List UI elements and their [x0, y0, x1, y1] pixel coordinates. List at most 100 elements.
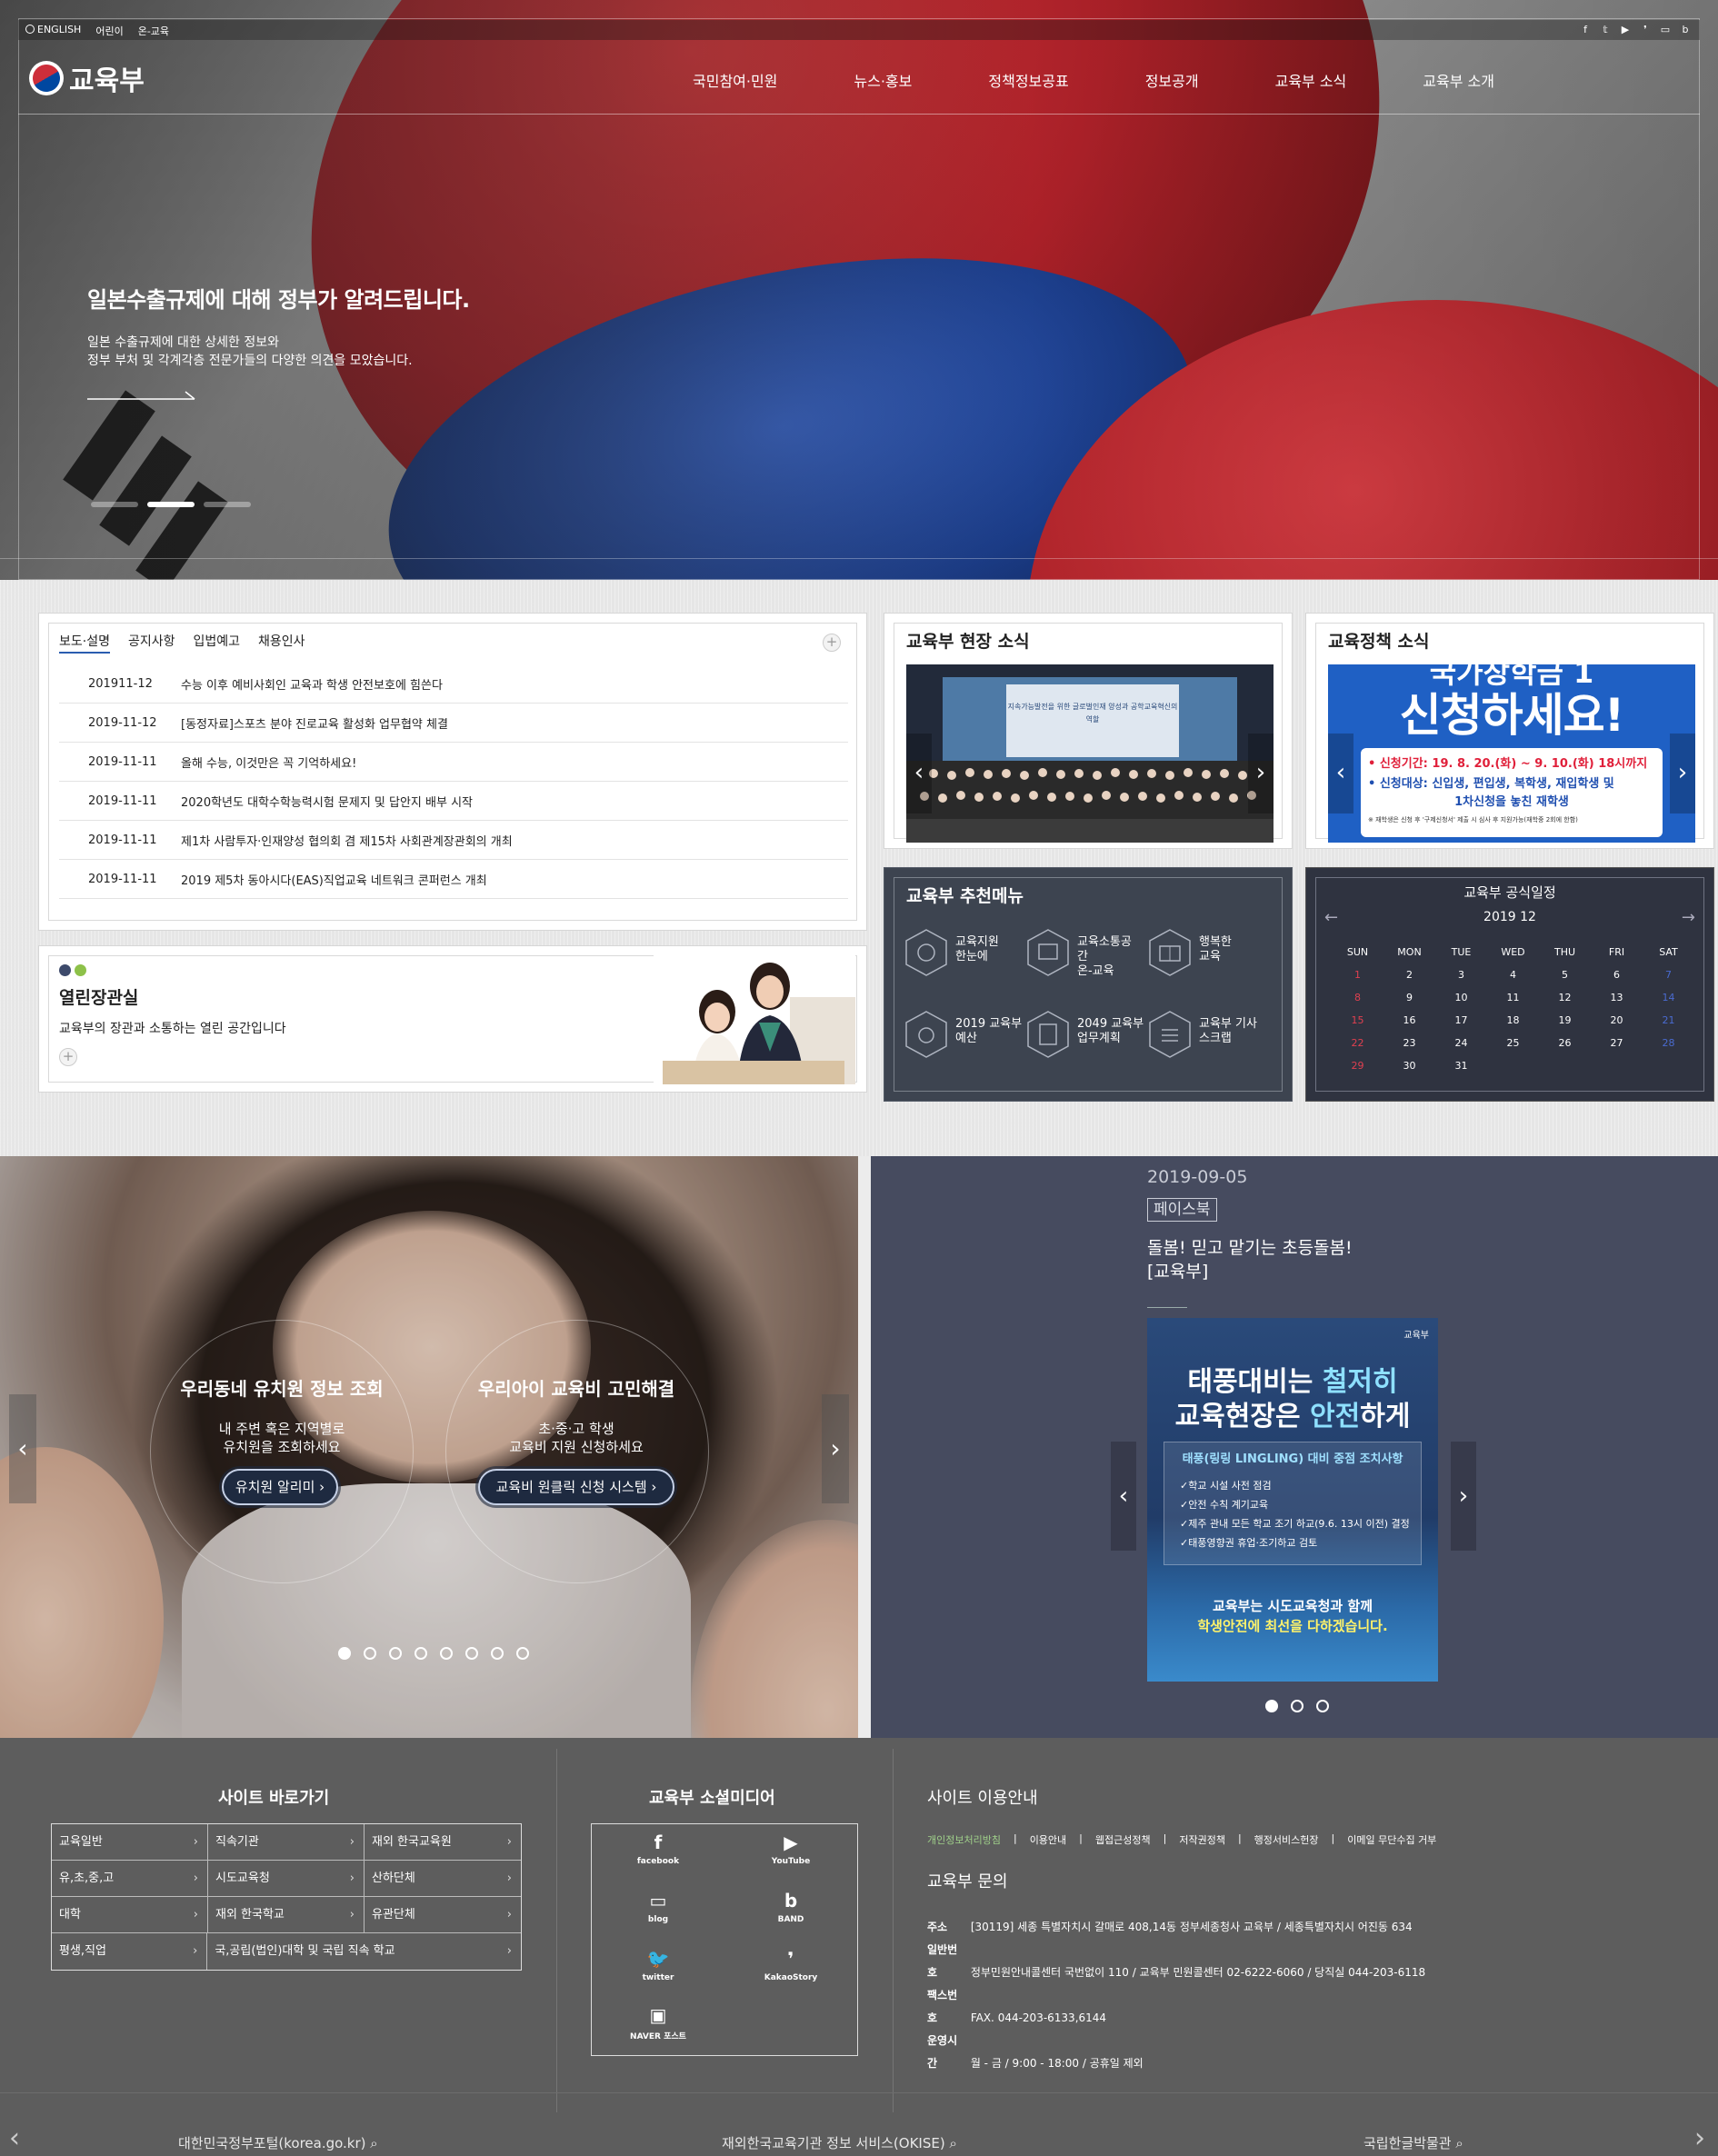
pager-dot[interactable]: [75, 964, 86, 976]
service-charter-link[interactable]: 행정서비스헌장: [1254, 1832, 1319, 1847]
related-next-icon[interactable]: ›: [1694, 2122, 1705, 2154]
kindergarten-button[interactable]: 유치원 알리미 ›: [222, 1469, 338, 1505]
tab-recruit[interactable]: 채용인사: [258, 632, 305, 654]
sns-headline[interactable]: 돌봄! 믿고 맡기는 초등돌봄! [교육부]: [1147, 1236, 1353, 1283]
kids-link[interactable]: 어린이: [95, 24, 123, 38]
related-site-link[interactable]: 재외한국교육기관 정보 서비스(OKISE) ⌕: [722, 2133, 957, 2152]
sns-slide-indicator: [1265, 1700, 1329, 1712]
nav-participation[interactable]: 국민참여·민원: [693, 69, 777, 91]
facebook-link[interactable]: f facebook: [592, 1832, 724, 1866]
news-item[interactable]: 2019-11-11 올해 수능, 이것만은 꼭 기억하세요!: [59, 743, 848, 782]
online-edu-link[interactable]: 온-교육: [138, 24, 169, 38]
promo-dot[interactable]: [465, 1647, 478, 1660]
hero-dot-active[interactable]: [147, 502, 195, 507]
quick-link[interactable]: 재외 한국교육원: [365, 1824, 521, 1861]
blog-link[interactable]: ▭ blog: [592, 1890, 724, 1924]
news-more-button[interactable]: +: [823, 634, 841, 652]
related-site-link[interactable]: 국립한글박물관 ⌕: [1363, 2133, 1463, 2152]
hero-more-arrow-icon[interactable]: [87, 391, 196, 400]
promo-dot[interactable]: [415, 1647, 427, 1660]
accessibility-link[interactable]: 웹접근성정책: [1095, 1832, 1151, 1847]
nav-news[interactable]: 뉴스·홍보: [854, 69, 912, 91]
news-item[interactable]: 2019-11-11 2019 제5차 동아시다(EAS)직업교육 네트워크 콘퍼…: [59, 860, 848, 899]
quick-link[interactable]: 대학: [52, 1897, 208, 1933]
nav-moe-news[interactable]: 교육부 소식: [1275, 69, 1347, 91]
nav-about[interactable]: 교육부 소개: [1423, 69, 1494, 91]
promo-dot[interactable]: [364, 1647, 376, 1660]
quick-link[interactable]: 평생,직업: [52, 1933, 208, 1970]
quick-link[interactable]: 재외 한국학교: [208, 1897, 365, 1933]
field-prev-button[interactable]: ‹: [906, 734, 932, 813]
naver-post-link[interactable]: ▣ NAVER 포스트: [592, 2004, 724, 2041]
blog-icon[interactable]: ▭: [1658, 23, 1673, 37]
promo-next-button[interactable]: ›: [822, 1394, 849, 1503]
promo-prev-button[interactable]: ‹: [9, 1394, 36, 1503]
usage-guide-link[interactable]: 이용안내: [1030, 1832, 1066, 1847]
nav-disclosure[interactable]: 정보공개: [1145, 69, 1199, 91]
recommend-item[interactable]: 2019 교육부 예산: [904, 1010, 1027, 1073]
quick-link[interactable]: 시도교육청: [208, 1861, 365, 1897]
band-icon[interactable]: b: [1678, 23, 1693, 37]
site-logo[interactable]: 교육부: [29, 58, 145, 98]
education-cost-button[interactable]: 교육비 원클릭 신청 시스템 ›: [478, 1469, 674, 1505]
site-guide-title: 사이트 이용안내: [927, 1789, 1038, 1808]
sns-dot[interactable]: [1316, 1700, 1329, 1712]
quick-link[interactable]: 교육일반: [52, 1824, 208, 1861]
sns-dot-active[interactable]: [1265, 1700, 1278, 1712]
recommend-item[interactable]: 교육소통공 간 온-교육: [1026, 928, 1149, 992]
calendar-next-icon[interactable]: →: [1682, 908, 1695, 927]
promo-dot[interactable]: [516, 1647, 529, 1660]
twitter-icon: 🐦: [646, 1948, 670, 1970]
promo-dot[interactable]: [389, 1647, 402, 1660]
minister-office-card[interactable]: 열린장관실 교육부의 장관과 소통하는 열린 공간입니다 +: [38, 945, 867, 1093]
recommend-item[interactable]: 교육지원 한눈에: [904, 928, 1027, 992]
tab-legislation[interactable]: 입법예고: [194, 632, 241, 654]
hero-dot[interactable]: [91, 502, 138, 507]
promo-dot[interactable]: [440, 1647, 453, 1660]
hero-dot[interactable]: [204, 502, 251, 507]
sns-prev-button[interactable]: ‹: [1111, 1442, 1136, 1551]
kakaostory-link[interactable]: ❜ KakaoStory: [724, 1948, 857, 1982]
news-item[interactable]: 2019-11-11 제1차 사람투자·인재양성 협의회 겸 제15차 사회관계장…: [59, 821, 848, 860]
twitter-link[interactable]: 🐦 twitter: [592, 1948, 724, 1982]
copyright-link[interactable]: 저작권정책: [1179, 1832, 1225, 1847]
minister-more-button[interactable]: +: [59, 1048, 77, 1066]
kakaostory-icon[interactable]: ❜: [1638, 23, 1653, 37]
news-item[interactable]: 2019-11-11 2020학년도 대학수학능력시험 문제지 및 답안지 배부 …: [59, 782, 848, 821]
field-next-button[interactable]: ›: [1248, 734, 1274, 813]
recommend-item[interactable]: 교육부 기사 스크랩: [1148, 1010, 1271, 1073]
sns-dot[interactable]: [1291, 1700, 1303, 1712]
quick-link[interactable]: 직속기관: [208, 1824, 365, 1861]
typhoon-poster[interactable]: 교육부 태풍대비는 철저히 교육현장은 안전하게 태풍(링링 LINGLING)…: [1147, 1318, 1438, 1682]
facebook-icon[interactable]: f: [1578, 23, 1593, 37]
news-item[interactable]: 2019-11-12 [동정자료]스포츠 분야 진로교육 활성화 업무협약 체결: [59, 704, 848, 743]
band-link[interactable]: b BAND: [724, 1890, 857, 1924]
quick-link[interactable]: 유,초,중,고: [52, 1861, 208, 1897]
pager-dot[interactable]: [59, 964, 71, 976]
english-link[interactable]: ENGLISH: [25, 24, 81, 38]
recommend-item[interactable]: 2049 교육부 업무계획: [1026, 1010, 1149, 1073]
promo-dot-active[interactable]: [338, 1647, 351, 1660]
youtube-icon[interactable]: ▶: [1618, 23, 1633, 37]
promo-dot[interactable]: [491, 1647, 504, 1660]
news-item[interactable]: 201911-12 수능 이후 예비사회인 교육과 학생 안전보호에 힘쓴다: [59, 664, 848, 704]
quick-link[interactable]: 산하단체: [365, 1861, 521, 1897]
quick-link[interactable]: 국,공립(법인)대학 및 국립 직속 학교: [207, 1933, 521, 1970]
email-refusal-link[interactable]: 이메일 무단수집 거부: [1347, 1832, 1436, 1847]
nav-policy[interactable]: 정책정보공표: [988, 69, 1068, 91]
youtube-link[interactable]: ▶ YouTube: [724, 1832, 857, 1866]
policy-news-banner[interactable]: 국가장학금 1 신청하세요! • 신청기간: 19. 8. 20.(화) ~ 9…: [1328, 664, 1695, 843]
tab-notice[interactable]: 공지사항: [128, 632, 175, 654]
news-tabs: 보도·설명 공지사항 입법예고 채용인사: [59, 632, 305, 654]
recommend-item[interactable]: 행복한 교육: [1148, 928, 1271, 992]
quick-link[interactable]: 유관단체: [365, 1897, 521, 1933]
policy-prev-button[interactable]: ‹: [1328, 734, 1353, 813]
tab-press[interactable]: 보도·설명: [59, 632, 110, 654]
related-prev-icon[interactable]: ‹: [9, 2122, 20, 2154]
twitter-icon[interactable]: 𝕥: [1598, 23, 1613, 37]
field-news-photo[interactable]: 지속가능발전을 위한 글로벌인재 양성과 공학교육혁신의 역할 ‹ ›: [906, 664, 1274, 843]
policy-next-button[interactable]: ›: [1670, 734, 1695, 813]
related-site-link[interactable]: 대한민국정부포털(korea.go.kr) ⌕: [178, 2133, 378, 2152]
sns-next-button[interactable]: ›: [1451, 1442, 1476, 1551]
privacy-policy-link[interactable]: 개인정보처리방침: [927, 1832, 1001, 1847]
